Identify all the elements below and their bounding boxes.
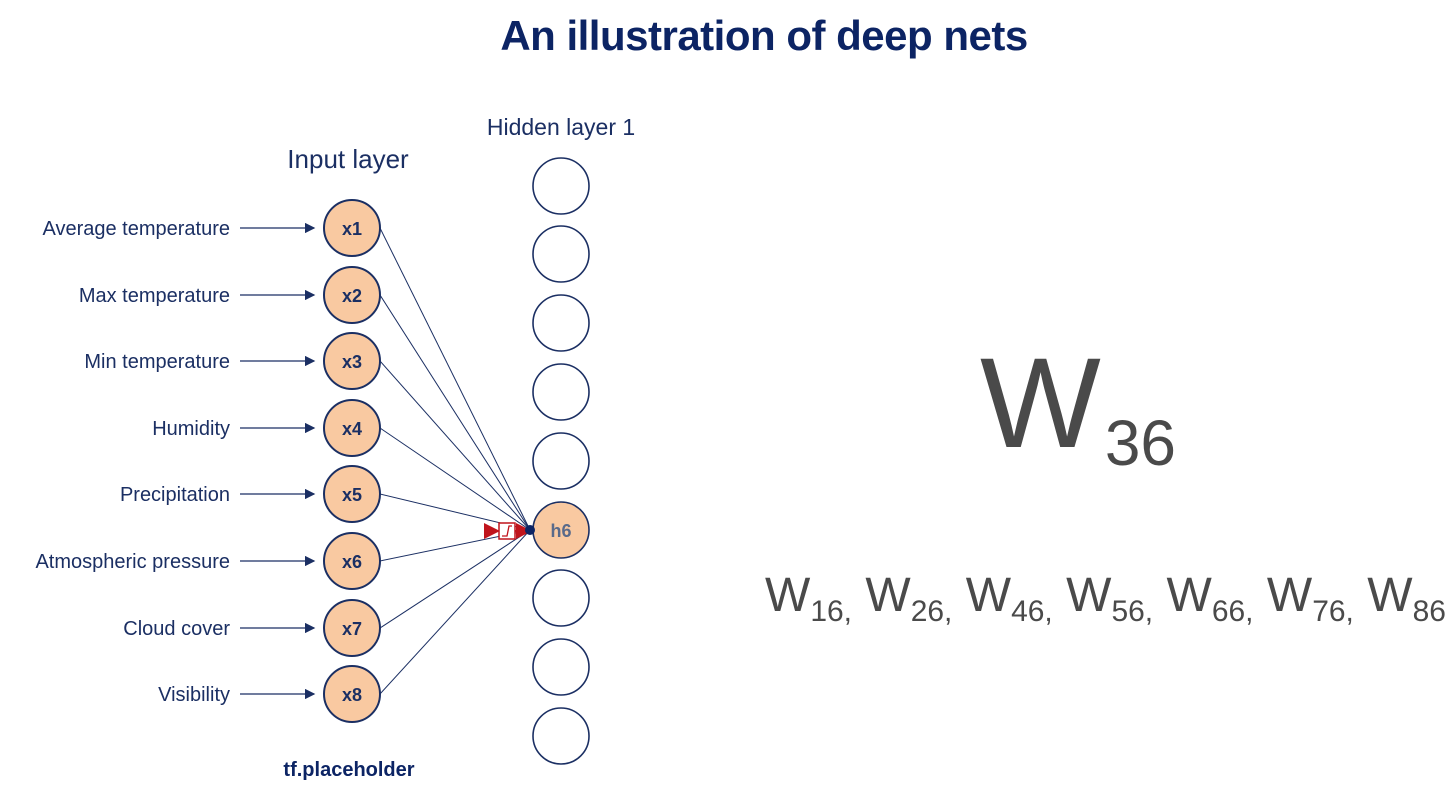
- weight-subscript: 76,: [1312, 595, 1354, 628]
- weight-subscript: 36: [1104, 407, 1176, 479]
- weight-connection-2: [379, 294, 531, 531]
- input-node-label: x5: [342, 485, 362, 505]
- placeholder-label: tf.placeholder: [283, 759, 414, 781]
- feature-label: Precipitation: [120, 484, 230, 506]
- weight-connection-1: [379, 227, 531, 531]
- input-node-label: x4: [342, 419, 362, 439]
- weight-symbol: W: [965, 569, 1012, 622]
- hidden-node: [532, 363, 590, 421]
- weight-item: W46,: [965, 569, 1066, 628]
- hidden-layer-label: Hidden layer 1: [487, 114, 635, 140]
- input-node-label: x2: [342, 286, 362, 306]
- weight-symbol: W: [865, 569, 911, 622]
- hidden-node-label: h6: [550, 521, 571, 541]
- weight-symbol: W: [1266, 569, 1313, 622]
- hidden-node: [532, 707, 590, 765]
- weight-subscript: 26,: [910, 595, 953, 628]
- feature-label: Visibility: [158, 684, 230, 706]
- weight-symbol: W: [980, 332, 1101, 475]
- weight-item: W66,: [1166, 569, 1267, 628]
- weight-subscript: 86: [1412, 595, 1446, 628]
- input-node-label: x1: [342, 219, 362, 239]
- weight-connection-7: [379, 529, 531, 629]
- hidden-node: [532, 569, 590, 627]
- weight-item: W56,: [1066, 569, 1166, 628]
- weight-connection-3: [379, 360, 531, 531]
- weight-subscript: 66,: [1211, 595, 1254, 628]
- weight-subscript: 56,: [1111, 595, 1154, 628]
- weight-connection-8: [379, 529, 531, 695]
- weight-connection-4: [379, 427, 531, 531]
- weight-subscript: 16,: [810, 595, 853, 628]
- weight-symbol: W: [1066, 569, 1112, 622]
- network-diagram: Input layer Hidden layer 1 Average tempera…: [35, 114, 635, 781]
- weight-subscript: 46,: [1011, 595, 1053, 628]
- input-node-label: x8: [342, 685, 362, 705]
- input-node-label: x3: [342, 352, 362, 372]
- hidden-node: [532, 294, 590, 352]
- summation-point: [525, 525, 535, 535]
- feature-label: Min temperature: [84, 351, 230, 373]
- feature-label: Cloud cover: [123, 618, 230, 640]
- weight-item: W76,: [1266, 569, 1367, 628]
- feature-label: Atmospheric pressure: [35, 551, 230, 573]
- feature-label: Average temperature: [42, 218, 230, 240]
- input-node-label: x6: [342, 552, 362, 572]
- highlighted-weight: W36: [980, 340, 1176, 476]
- weight-item: W16,: [765, 569, 865, 628]
- input-node-label: x7: [342, 619, 362, 639]
- hidden-node: [532, 638, 590, 696]
- weight-item: W26,: [865, 569, 965, 628]
- hidden-node: [532, 225, 590, 283]
- weight-symbol: W: [1367, 569, 1413, 622]
- hidden-node: [532, 432, 590, 490]
- other-weights-list: W16, W26, W46, W56, W66, W76, W86: [765, 568, 1446, 629]
- weight-item: W86: [1367, 569, 1446, 628]
- hidden-node: [532, 157, 590, 215]
- feature-label: Humidity: [152, 418, 230, 440]
- weight-symbol: W: [765, 569, 811, 622]
- feature-label: Max temperature: [79, 285, 230, 307]
- weight-symbol: W: [1166, 569, 1212, 622]
- input-layer-label: Input layer: [287, 144, 409, 174]
